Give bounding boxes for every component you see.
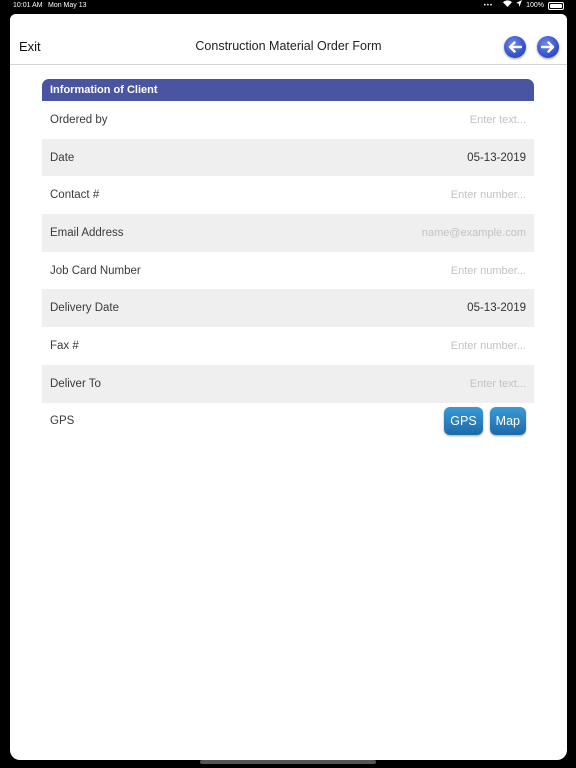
arrow-left-icon	[508, 41, 522, 53]
forward-button[interactable]	[537, 36, 559, 58]
field-label: Delivery Date	[50, 302, 120, 315]
navigation-bar: Exit Construction Material Order Form	[10, 14, 567, 65]
form-row-contact[interactable]: Contact # Enter number...	[42, 176, 534, 214]
job-card-input[interactable]: Enter number...	[451, 265, 526, 277]
wifi-icon	[503, 0, 513, 12]
multitask-dots: •••	[483, 3, 494, 9]
field-label: Ordered by	[50, 113, 108, 126]
ordered-by-input[interactable]: Enter text...	[470, 114, 526, 126]
field-label: Job Card Number	[50, 264, 141, 277]
field-label: Deliver To	[50, 377, 101, 390]
form-row-job-card[interactable]: Job Card Number Enter number...	[42, 252, 534, 290]
form-row-date[interactable]: Date 05-13-2019	[42, 138, 534, 177]
battery-icon	[548, 2, 564, 10]
gps-button-group: GPS Map	[444, 407, 526, 436]
section-header: Information of Client	[42, 79, 534, 101]
field-label: Email Address	[50, 226, 124, 239]
fax-input[interactable]: Enter number...	[451, 340, 526, 352]
deliver-to-input[interactable]: Enter text...	[470, 378, 526, 390]
form-row-deliver-to[interactable]: Deliver To Enter text...	[42, 364, 534, 403]
status-bar: 10:01 AM Mon May 13 ••• 100%	[0, 0, 576, 14]
status-time: 10:01 AM	[13, 2, 43, 9]
map-button[interactable]: Map	[489, 407, 526, 436]
arrow-right-icon	[541, 41, 555, 53]
contact-input[interactable]: Enter number...	[451, 189, 526, 201]
form-row-delivery-date[interactable]: Delivery Date 05-13-2019	[42, 289, 534, 328]
back-button[interactable]	[504, 36, 526, 58]
field-label: Contact #	[50, 189, 100, 202]
status-date: Mon May 13	[48, 2, 87, 9]
page-title: Construction Material Order Form	[195, 39, 382, 53]
home-indicator[interactable]	[200, 760, 376, 764]
field-label: Fax #	[50, 339, 79, 352]
location-icon	[516, 0, 523, 12]
gps-button[interactable]: GPS	[444, 407, 483, 436]
form-row-gps: GPS GPS Map	[42, 403, 534, 441]
field-label: GPS	[50, 415, 75, 428]
battery-percent: 100%	[526, 2, 544, 9]
date-picker[interactable]: 05-13-2019	[467, 152, 526, 164]
client-info-form: Information of Client Ordered by Enter t…	[42, 79, 534, 440]
status-right: ••• 100%	[484, 0, 564, 12]
app-screen: Exit Construction Material Order Form In…	[10, 14, 567, 760]
form-row-email[interactable]: Email Address name@example.com	[42, 214, 534, 252]
email-input[interactable]: name@example.com	[422, 227, 526, 239]
delivery-date-picker[interactable]: 05-13-2019	[467, 302, 526, 314]
form-row-fax[interactable]: Fax # Enter number...	[42, 327, 534, 365]
form-row-ordered-by[interactable]: Ordered by Enter text...	[42, 101, 534, 139]
field-label: Date	[50, 151, 75, 164]
